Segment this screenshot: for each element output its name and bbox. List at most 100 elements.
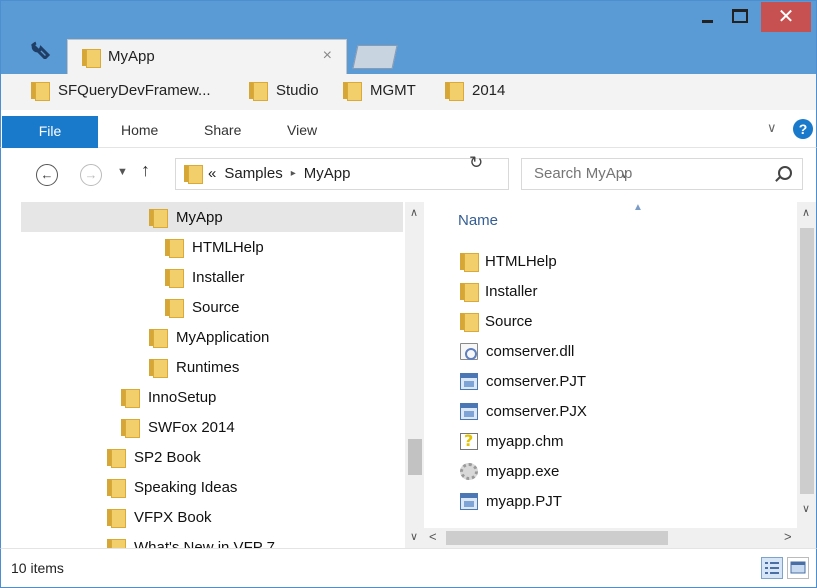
tree-item[interactable]: InnoSetup bbox=[121, 382, 216, 412]
breadcrumb-item[interactable]: MyApp bbox=[304, 165, 351, 182]
tree-item[interactable]: Runtimes bbox=[149, 352, 239, 382]
breadcrumb-separator-icon[interactable]: ▸ bbox=[291, 168, 296, 179]
file-row[interactable]: myapp.PJT bbox=[460, 486, 562, 516]
file-row[interactable]: HTMLHelp bbox=[460, 246, 557, 276]
scroll-up-icon[interactable]: ∧ bbox=[802, 206, 810, 219]
scroll-thumb[interactable] bbox=[800, 228, 814, 494]
search-icon[interactable] bbox=[778, 166, 792, 180]
tree-label: SP2 Book bbox=[134, 448, 201, 466]
breadcrumb-item[interactable]: Samples bbox=[224, 165, 282, 182]
search-box[interactable] bbox=[521, 158, 803, 190]
tree-item[interactable]: Speaking Ideas bbox=[107, 472, 237, 502]
minimize-button[interactable] bbox=[696, 7, 720, 27]
tree-item[interactable]: What's New in VFP 7 bbox=[107, 532, 275, 548]
back-button[interactable]: ← bbox=[36, 164, 58, 186]
file-row[interactable]: myapp.chm bbox=[460, 426, 564, 456]
help-icon[interactable]: ? bbox=[793, 119, 813, 139]
content-horizontal-scrollbar[interactable]: < > bbox=[424, 528, 816, 548]
folder-icon bbox=[107, 478, 126, 498]
file-name: Installer bbox=[485, 282, 538, 300]
file-name: myapp.exe bbox=[486, 462, 560, 480]
search-input[interactable] bbox=[534, 165, 754, 182]
scroll-thumb[interactable] bbox=[408, 439, 422, 475]
new-tab-button[interactable] bbox=[352, 45, 398, 69]
folder-icon bbox=[460, 282, 479, 302]
folder-icon bbox=[149, 358, 168, 378]
tree-item[interactable]: SWFox 2014 bbox=[121, 412, 235, 442]
wrench-icon[interactable] bbox=[29, 41, 51, 59]
file-row[interactable]: myapp.exe bbox=[460, 456, 559, 486]
bookmark-label: SFQueryDevFramew... bbox=[58, 82, 211, 99]
scroll-up-icon[interactable]: ∧ bbox=[410, 206, 418, 219]
bookmark-label: Studio bbox=[276, 82, 319, 99]
folder-icon bbox=[165, 238, 184, 258]
tab-view[interactable]: View bbox=[287, 122, 317, 138]
expand-ribbon-icon[interactable]: ∨ bbox=[767, 120, 777, 136]
bookmark-label: 2014 bbox=[472, 82, 506, 99]
file-row[interactable]: comserver.PJT bbox=[460, 366, 586, 396]
large-icons-view-button[interactable] bbox=[787, 557, 809, 579]
tree-item[interactable]: HTMLHelp bbox=[165, 232, 264, 262]
bookmark-item[interactable]: MGMT bbox=[343, 82, 416, 101]
navigation-pane[interactable]: MyApp HTMLHelp Installer Source MyApplic… bbox=[0, 202, 424, 548]
tree-item[interactable]: Source bbox=[165, 292, 240, 322]
scroll-down-icon[interactable]: ∨ bbox=[802, 502, 810, 515]
item-count: 10 items bbox=[11, 560, 64, 576]
folder-icon bbox=[149, 208, 168, 228]
tab-close-icon[interactable]: × bbox=[323, 47, 332, 65]
file-list[interactable]: ▲ Name HTMLHelp Installer Source comserv… bbox=[424, 202, 817, 548]
breadcrumb-overflow[interactable]: « bbox=[208, 165, 216, 182]
folder-icon bbox=[343, 82, 362, 101]
help-file-icon bbox=[460, 431, 478, 450]
bookmark-item[interactable]: 2014 bbox=[445, 82, 506, 101]
forward-button[interactable]: → bbox=[80, 164, 102, 186]
tree-label: Installer bbox=[192, 268, 245, 286]
scroll-left-icon[interactable]: < bbox=[429, 529, 437, 544]
file-row[interactable]: Installer bbox=[460, 276, 538, 306]
title-bar: MyApp × ✕ bbox=[0, 0, 817, 75]
file-name: HTMLHelp bbox=[485, 252, 557, 270]
tree-item[interactable]: MyApp bbox=[149, 202, 223, 232]
nav-scrollbar[interactable]: ∧ ∨ bbox=[405, 202, 424, 548]
navigation-bar: ← → ▼ ↑ « Samples ▸ MyApp ∨ ↻ bbox=[0, 148, 817, 202]
tree-item[interactable]: SP2 Book bbox=[107, 442, 201, 472]
tree-label: Runtimes bbox=[176, 358, 240, 376]
file-name: comserver.PJX bbox=[486, 402, 587, 420]
folder-icon bbox=[165, 268, 184, 288]
ribbon: File Home Share View ∨ ? bbox=[0, 110, 817, 148]
maximize-button[interactable] bbox=[732, 9, 748, 23]
status-bar: 10 items bbox=[0, 548, 817, 588]
scroll-thumb[interactable] bbox=[446, 531, 668, 545]
project-file-icon bbox=[460, 372, 478, 390]
executable-gear-icon bbox=[460, 462, 478, 480]
up-button[interactable]: ↑ bbox=[141, 160, 150, 181]
bookmark-item[interactable]: SFQueryDevFramew... bbox=[31, 82, 211, 101]
folder-icon bbox=[31, 82, 50, 101]
address-bar[interactable]: « Samples ▸ MyApp ∨ bbox=[175, 158, 629, 190]
tab-myapp[interactable]: MyApp × bbox=[67, 39, 347, 75]
bookmark-item[interactable]: Studio bbox=[249, 82, 319, 101]
tree-item[interactable]: MyApplication bbox=[149, 322, 269, 352]
recent-locations-icon[interactable]: ▼ bbox=[117, 166, 128, 178]
tree-item[interactable]: VFPX Book bbox=[107, 502, 212, 532]
tab-share[interactable]: Share bbox=[204, 122, 241, 138]
refresh-icon[interactable]: ↻ bbox=[469, 153, 483, 173]
file-name: Source bbox=[485, 312, 533, 330]
folder-icon bbox=[107, 538, 126, 548]
file-row[interactable]: comserver.dll bbox=[460, 336, 574, 366]
content-vertical-scrollbar[interactable]: ∧ ∨ bbox=[797, 202, 816, 528]
file-tab[interactable]: File bbox=[2, 116, 98, 148]
tree-label: MyApplication bbox=[176, 328, 270, 346]
tree-label: InnoSetup bbox=[148, 388, 217, 406]
column-header-name[interactable]: Name bbox=[458, 212, 498, 229]
tree-item[interactable]: Installer bbox=[165, 262, 245, 292]
tab-home[interactable]: Home bbox=[121, 122, 158, 138]
scroll-right-icon[interactable]: > bbox=[784, 529, 792, 544]
breadcrumb: « Samples ▸ MyApp bbox=[208, 165, 350, 182]
tab-title: MyApp bbox=[108, 48, 155, 65]
file-row[interactable]: comserver.PJX bbox=[460, 396, 587, 426]
file-row[interactable]: Source bbox=[460, 306, 533, 336]
details-view-button[interactable] bbox=[761, 557, 783, 579]
close-button[interactable]: ✕ bbox=[761, 2, 811, 32]
scroll-down-icon[interactable]: ∨ bbox=[410, 530, 418, 543]
